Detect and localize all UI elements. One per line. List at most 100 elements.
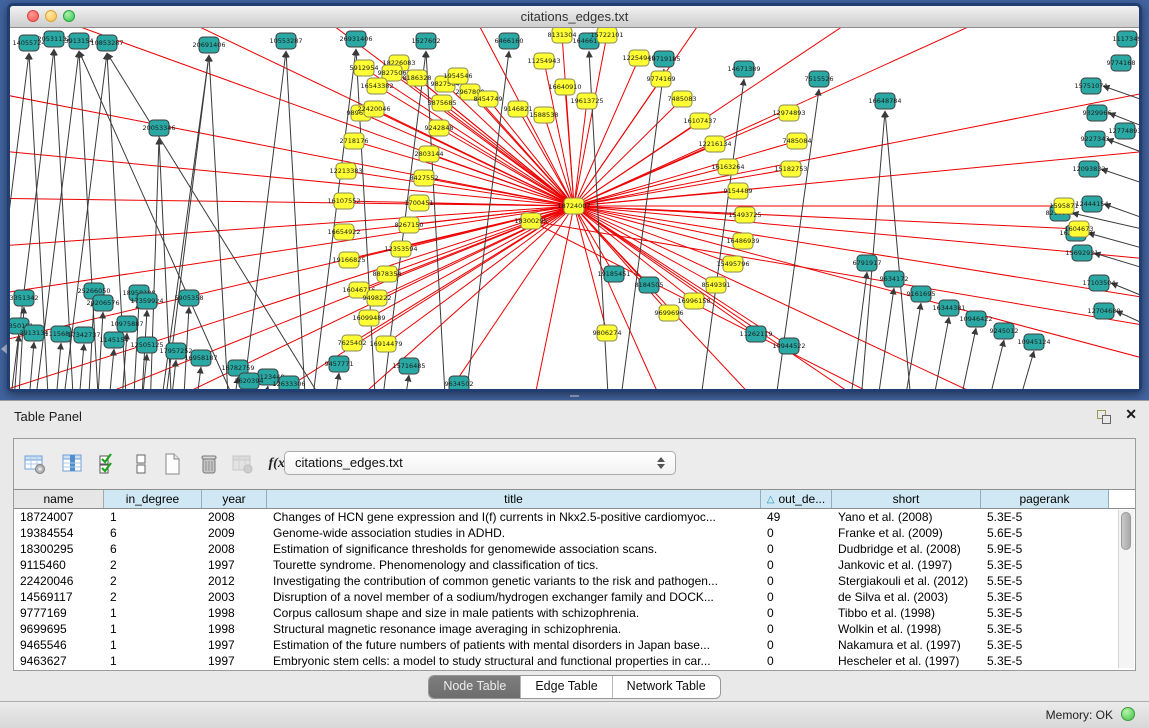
- edge[interactable]: [574, 35, 607, 206]
- table-cell[interactable]: 9463627: [14, 653, 104, 668]
- table-cell[interactable]: 5.3E-5: [981, 621, 1109, 637]
- edge[interactable]: [430, 206, 574, 389]
- edge[interactable]: [50, 28, 574, 206]
- table-row[interactable]: 946554611997Estimation of the future num…: [14, 637, 1119, 653]
- table-cell[interactable]: 1997: [202, 637, 267, 653]
- edge[interactable]: [1107, 139, 1139, 159]
- table-cell[interactable]: 5.3E-5: [981, 653, 1109, 668]
- table-row[interactable]: 969969511998Structural magnetic resonanc…: [14, 621, 1119, 637]
- network-canvas[interactable]: 1405572420531132391315410853287206914061…: [10, 28, 1139, 389]
- table-cell[interactable]: Tourette syndrome. Phenomenology and cla…: [267, 557, 761, 573]
- close-icon[interactable]: ✕: [1125, 406, 1137, 423]
- edge[interactable]: [346, 171, 574, 206]
- edge[interactable]: [1103, 86, 1139, 106]
- table-cell[interactable]: 1997: [202, 557, 267, 573]
- table-cell[interactable]: 5.3E-5: [981, 509, 1109, 525]
- table-cell[interactable]: Dudbridge et al. (2008): [832, 541, 981, 557]
- network-window[interactable]: citations_edges.txt 14055724205311323913…: [7, 3, 1142, 392]
- table-cell[interactable]: 2: [104, 589, 202, 605]
- table-row[interactable]: 1456911722003Disruption of a novel membe…: [14, 589, 1119, 605]
- table-cell[interactable]: 2003: [202, 589, 267, 605]
- table-cell[interactable]: 49: [761, 509, 832, 525]
- table-cell[interactable]: 5.3E-5: [981, 589, 1109, 605]
- table-selector-dropdown[interactable]: citations_edges.txt: [284, 451, 676, 475]
- table-cell[interactable]: 19384554: [14, 525, 104, 541]
- table-cell[interactable]: 0: [761, 621, 832, 637]
- float-window-icon[interactable]: [1097, 410, 1111, 423]
- edge[interactable]: [262, 386, 268, 389]
- table-row[interactable]: 977716911998Corpus callosum shape and si…: [14, 605, 1119, 621]
- table-cell[interactable]: 2: [104, 573, 202, 589]
- table-cell[interactable]: Estimation of significance thresholds fo…: [267, 541, 761, 557]
- column-header-name[interactable]: name: [14, 490, 104, 508]
- table-cell[interactable]: Estimation of the future numbers of pati…: [267, 637, 761, 653]
- edge[interactable]: [574, 28, 870, 206]
- scrollbar-thumb[interactable]: [1121, 512, 1131, 550]
- edge[interactable]: [1016, 351, 1034, 389]
- table-cell[interactable]: 5.3E-5: [981, 557, 1109, 573]
- table-cell[interactable]: Stergiakouli et al. (2012): [832, 573, 981, 589]
- column-header-out_de[interactable]: △out_de...: [761, 490, 832, 508]
- table-row[interactable]: 1830029562008Estimation of significance …: [14, 541, 1119, 557]
- table-cell[interactable]: Jankovic et al. (1997): [832, 557, 981, 573]
- table-row[interactable]: 1938455462009Genome-wide association stu…: [14, 525, 1119, 541]
- table-cell[interactable]: 5.3E-5: [981, 637, 1109, 653]
- network-graph[interactable]: 1405572420531132391315410853287206914061…: [10, 28, 1139, 389]
- table-cell[interactable]: 2008: [202, 541, 267, 557]
- table-cell[interactable]: Genome-wide association studies in ADHD.: [267, 525, 761, 541]
- delete-column-button[interactable]: [196, 451, 222, 477]
- table-cell[interactable]: Investigating the contribution of common…: [267, 573, 761, 589]
- table-cell[interactable]: de Silva et al. (2003): [832, 589, 981, 605]
- edge[interactable]: [97, 312, 103, 389]
- edge[interactable]: [361, 113, 574, 206]
- edge[interactable]: [333, 373, 339, 389]
- edge[interactable]: [860, 111, 885, 389]
- tab-network-table[interactable]: Network Table: [612, 676, 720, 698]
- table-cell[interactable]: 0: [761, 637, 832, 653]
- table-cell[interactable]: Nakamura et al. (1997): [832, 637, 981, 653]
- table-cell[interactable]: 9465546: [14, 637, 104, 653]
- edge[interactable]: [885, 111, 912, 389]
- table-cell[interactable]: 2: [104, 557, 202, 573]
- table-cell[interactable]: Yano et al. (2008): [832, 509, 981, 525]
- table-cell[interactable]: 1: [104, 653, 202, 668]
- table-cell[interactable]: Tibbo et al. (1998): [832, 605, 981, 621]
- table-cell[interactable]: 0: [761, 589, 832, 605]
- edge[interactable]: [241, 51, 286, 389]
- tab-edge-table[interactable]: Edge Table: [520, 676, 611, 698]
- table-row[interactable]: 946362711997Embryonic stem cells: a mode…: [14, 653, 1119, 668]
- table-cell[interactable]: 5.3E-5: [981, 605, 1109, 621]
- table-mode-button[interactable]: [22, 451, 48, 477]
- table-cell[interactable]: 0: [761, 605, 832, 621]
- edge[interactable]: [574, 206, 614, 274]
- column-header-year[interactable]: year: [202, 490, 267, 508]
- edge[interactable]: [403, 375, 409, 389]
- table-cell[interactable]: Changes of HCN gene expression and I(f) …: [267, 509, 761, 525]
- table-cell[interactable]: 1998: [202, 621, 267, 637]
- column-header-in_degree[interactable]: in_degree: [104, 490, 202, 508]
- table-cell[interactable]: 1997: [202, 653, 267, 668]
- edge[interactable]: [958, 328, 976, 389]
- table-cell[interactable]: 1: [104, 637, 202, 653]
- table-cell[interactable]: 1998: [202, 605, 267, 621]
- edge[interactable]: [108, 349, 114, 389]
- table-cell[interactable]: 6: [104, 541, 202, 557]
- table-cell[interactable]: 0: [761, 541, 832, 557]
- table-row[interactable]: 911546021997Tourette syndrome. Phenomeno…: [14, 557, 1119, 573]
- edge[interactable]: [354, 141, 574, 206]
- table-cell[interactable]: 2012: [202, 573, 267, 589]
- column-header-pagerank[interactable]: pagerank: [981, 490, 1109, 508]
- table-cell[interactable]: 0: [761, 573, 832, 589]
- edge[interactable]: [55, 343, 61, 389]
- table-cell[interactable]: Corpus callosum shape and size in male p…: [267, 605, 761, 621]
- table-cell[interactable]: 0: [761, 525, 832, 541]
- table-cell[interactable]: 14569117: [14, 589, 104, 605]
- table-cell[interactable]: 18724007: [14, 509, 104, 525]
- table-cell[interactable]: Structural magnetic resonance image aver…: [267, 621, 761, 637]
- edge[interactable]: [562, 35, 574, 206]
- column-header-title[interactable]: title: [267, 490, 761, 508]
- vertical-scrollbar[interactable]: [1118, 510, 1134, 668]
- memory-status-indicator[interactable]: [1121, 707, 1135, 721]
- table-row[interactable]: 1872400712008Changes of HCN gene express…: [14, 509, 1119, 525]
- edge[interactable]: [374, 109, 574, 206]
